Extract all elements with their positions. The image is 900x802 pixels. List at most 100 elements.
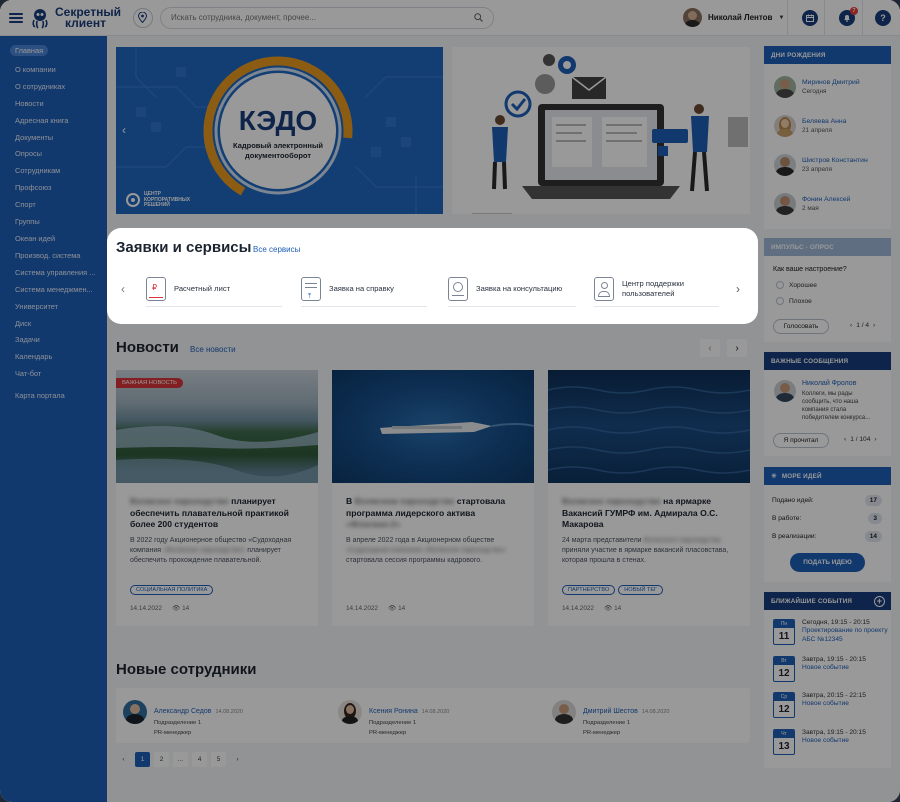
page-button[interactable]: 4 bbox=[192, 752, 207, 767]
service-item-support[interactable]: Центр поддержки пользователей bbox=[594, 271, 719, 307]
event-title[interactable]: Новое событие bbox=[802, 736, 866, 745]
poll-option[interactable]: Хорошее bbox=[776, 281, 817, 289]
location-button[interactable] bbox=[132, 7, 153, 28]
sidebar-item-management-system[interactable]: Система управления ... bbox=[15, 268, 97, 277]
page-button[interactable]: 1 bbox=[135, 752, 150, 767]
news-next-button[interactable]: › bbox=[727, 339, 747, 357]
sidebar-item-tasks[interactable]: Задачи bbox=[15, 335, 97, 344]
sidebar-item-news[interactable]: Новости bbox=[15, 99, 97, 108]
vote-button[interactable]: Голосовать bbox=[773, 319, 829, 334]
event-title[interactable]: Новое событие bbox=[802, 663, 866, 672]
service-item-payslip[interactable]: ₽ Расчетный лист bbox=[146, 271, 282, 307]
sidebar-item-production-system[interactable]: Производ. система bbox=[15, 251, 97, 260]
sidebar-item-main[interactable]: Главная bbox=[10, 45, 49, 56]
poll-option[interactable]: Плохое bbox=[776, 297, 812, 305]
all-services-link[interactable]: Все сервисы bbox=[253, 245, 300, 254]
sidebar-item-calendar[interactable]: Календарь bbox=[15, 352, 97, 361]
sidebar-item-chatbot[interactable]: Чат-бот bbox=[15, 369, 97, 378]
birthday-item[interactable]: Беляева Анна 21 апреля bbox=[774, 115, 846, 137]
event-time: Завтра, 20:15 - 22:15 bbox=[802, 692, 866, 699]
search-bar[interactable] bbox=[159, 6, 494, 29]
message-author[interactable]: Николай Фролов bbox=[802, 380, 856, 387]
sidebar-item-university[interactable]: Университет bbox=[15, 302, 97, 311]
sidebar-item-about-company[interactable]: О компании bbox=[15, 65, 97, 74]
page-button[interactable]: 5 bbox=[211, 752, 226, 767]
event-time: Завтра, 19:15 - 20:15 bbox=[802, 656, 866, 663]
birthday-date: 23 апреля bbox=[802, 166, 832, 173]
birthday-name[interactable]: Беляева Анна bbox=[802, 118, 846, 125]
radio-icon[interactable] bbox=[776, 297, 784, 305]
sidebar-item-polls[interactable]: Опросы bbox=[15, 149, 97, 158]
news-title: Новости bbox=[116, 339, 179, 356]
news-card[interactable]: В Волжском пароходстве стартовала програ… bbox=[332, 370, 534, 626]
event-item[interactable]: Чт 13 Завтра, 19:15 - 20:15 Новое событие bbox=[773, 729, 866, 755]
add-event-icon[interactable]: + bbox=[874, 595, 885, 607]
sidebar-portal-map[interactable]: Карта портала bbox=[15, 391, 97, 400]
hero-banner[interactable]: КЭДО Кадровый электронный документооборо… bbox=[116, 47, 443, 214]
sidebar-item-disk[interactable]: Диск bbox=[15, 319, 97, 328]
sidebar-item-groups[interactable]: Группы bbox=[15, 217, 97, 226]
sidebar-item-union[interactable]: Профсоюз bbox=[15, 183, 97, 192]
news-tag[interactable]: НОВЫЙ ТЕГ bbox=[618, 585, 664, 595]
service-item-consultation[interactable]: Заявка на консультацию bbox=[448, 271, 576, 307]
event-title[interactable]: Проектирование по проекту АБС №12345 bbox=[802, 626, 891, 644]
news-card-title[interactable]: В Волжском пароходстве стартовала програ… bbox=[346, 496, 526, 531]
prev-icon[interactable]: ‹ bbox=[850, 322, 852, 329]
notifications-button[interactable]: 7 bbox=[839, 7, 858, 26]
news-card-title[interactable]: Волжское пароходство планирует обеспечит… bbox=[130, 496, 310, 531]
calendar-button[interactable] bbox=[802, 10, 818, 26]
pagination-prev-icon[interactable]: ‹ bbox=[116, 756, 131, 763]
birthday-name[interactable]: Миринов Дмитрий bbox=[802, 79, 860, 86]
news-prev-button[interactable]: ‹ bbox=[700, 339, 720, 357]
sidebar-item-for-employees[interactable]: Сотрудникам bbox=[15, 166, 97, 175]
news-title-blurred: Волжском пароходстве bbox=[354, 496, 455, 506]
event-item[interactable]: Вт 12 Завтра, 19:15 - 20:15 Новое событие bbox=[773, 656, 866, 682]
menu-icon[interactable] bbox=[9, 12, 23, 23]
employee-item[interactable]: Дмитрий Шестов 14.08.2020 Подразделение 1… bbox=[552, 700, 669, 738]
page-button[interactable]: 2 bbox=[154, 752, 169, 767]
event-item[interactable]: Ср 12 Завтра, 20:15 - 22:15 Новое событие bbox=[773, 692, 866, 718]
news-card-title[interactable]: Волжское пароходство на ярмарке Вакансий… bbox=[562, 496, 742, 531]
next-icon[interactable]: › bbox=[874, 436, 876, 443]
sidebar-item-documents[interactable]: Документы bbox=[15, 133, 97, 142]
radio-icon[interactable] bbox=[776, 281, 784, 289]
news-title-blurred: Волжское пароходство bbox=[562, 496, 661, 506]
prev-icon[interactable]: ‹ bbox=[844, 436, 846, 443]
birthday-name[interactable]: Шистров Константин bbox=[802, 157, 868, 164]
news-tag[interactable]: СОЦИАЛЬНАЯ ПОЛИТИКА bbox=[130, 585, 214, 595]
all-news-link[interactable]: Все новости bbox=[190, 345, 236, 354]
read-button[interactable]: Я прочитал bbox=[773, 433, 829, 448]
pagination-next-icon[interactable]: › bbox=[230, 756, 245, 763]
employee-item[interactable]: Александр Седов 14.08.2020 Подразделение … bbox=[123, 700, 243, 738]
news-card[interactable]: Волжское пароходство на ярмарке Вакансий… bbox=[548, 370, 750, 626]
services-next-arrow[interactable]: › bbox=[736, 282, 740, 296]
news-card[interactable]: ВАЖНАЯ НОВОСТЬ Волжское пароходство план… bbox=[116, 370, 318, 626]
birthday-item[interactable]: Фонин Алексей 2 мая bbox=[774, 193, 850, 215]
search-input[interactable] bbox=[170, 13, 461, 22]
birthday-item[interactable]: Миринов Дмитрий Сегодня bbox=[774, 76, 860, 98]
sidebar-item-address-book[interactable]: Адресная книга bbox=[15, 116, 97, 125]
sidebar-item-about-employees[interactable]: О сотрудниках bbox=[15, 82, 97, 91]
birthday-name[interactable]: Фонин Алексей bbox=[802, 196, 850, 203]
sidebar-item-sport[interactable]: Спорт bbox=[15, 200, 97, 209]
event-title[interactable]: Новое событие bbox=[802, 699, 866, 708]
banner-prev-arrow[interactable]: ‹ bbox=[122, 123, 126, 137]
user-menu[interactable]: Николай Лентов ▼ bbox=[683, 8, 784, 27]
help-button[interactable]: ? bbox=[875, 10, 891, 26]
employee-item[interactable]: Ксения Ронина 14.08.2020 Подразделение 1 … bbox=[338, 700, 449, 738]
news-tag[interactable]: ПАРТНЕРСТВО bbox=[562, 585, 616, 595]
employee-name[interactable]: Дмитрий Шестов bbox=[583, 708, 638, 715]
submit-idea-button[interactable]: ПОДАТЬ ИДЕЮ bbox=[790, 553, 865, 572]
birthday-item[interactable]: Шистров Константин 23 апреля bbox=[774, 154, 868, 176]
employee-name[interactable]: Ксения Ронина bbox=[369, 708, 418, 715]
employee-name[interactable]: Александр Седов bbox=[154, 708, 211, 715]
search-icon[interactable] bbox=[474, 13, 483, 22]
sidebar-item-management-system-2[interactable]: Система менеджмен... bbox=[15, 285, 97, 294]
next-icon[interactable]: › bbox=[873, 322, 875, 329]
services-prev-arrow[interactable]: ‹ bbox=[121, 282, 125, 296]
sidebar-item-ideas-ocean[interactable]: Океан идей bbox=[15, 234, 97, 243]
logo[interactable]: Секретный клиент bbox=[29, 6, 121, 29]
service-item-certificate[interactable]: ⤒ Заявка на справку bbox=[301, 271, 427, 307]
news-tags: ПАРТНЕРСТВО НОВЫЙ ТЕГ bbox=[562, 578, 666, 596]
event-item[interactable]: Пн 11 Сегодня, 19:15 - 20:15 Проектировани… bbox=[773, 619, 891, 645]
